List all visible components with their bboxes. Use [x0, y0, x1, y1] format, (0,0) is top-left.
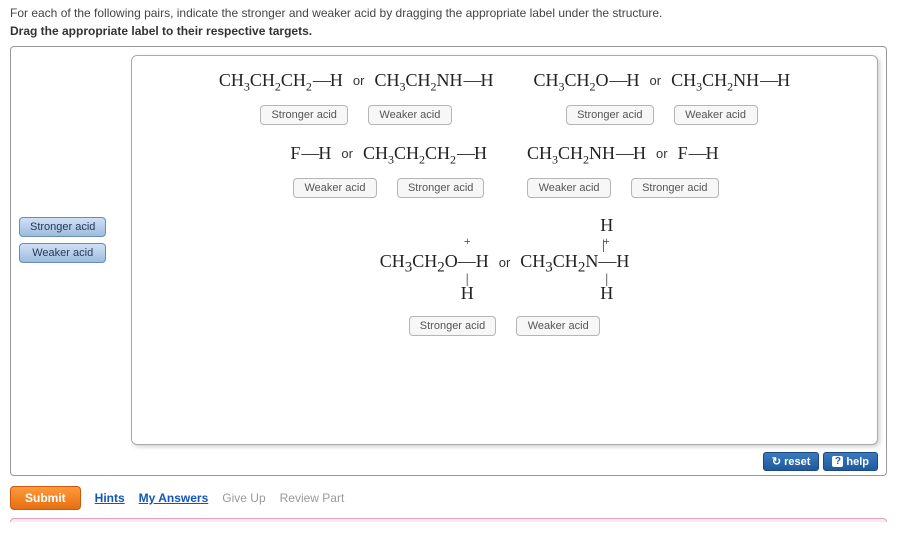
pair-row: + CH3CH2O—H | H or H |+ CH3CH2N—H | H: [142, 216, 867, 336]
or-label: or: [499, 255, 511, 270]
feedback-bar: [10, 518, 887, 522]
acid-pair: CH3CH2O—H or CH3CH2NH—H Stronger acid We…: [534, 70, 791, 125]
acid-pair: F—H or CH3CH2CH2—H Weaker acid Stronger …: [290, 143, 487, 198]
formula-right: F—H: [678, 143, 719, 164]
label-palette: Stronger acid Weaker acid: [19, 217, 106, 263]
drop-slot[interactable]: Stronger acid: [566, 105, 653, 125]
reset-label: reset: [784, 456, 810, 468]
formula-right: CH3CH2CH2—H: [363, 143, 487, 164]
formula-right: H |+ CH3CH2N—H | H: [520, 216, 629, 302]
pair-row: F—H or CH3CH2CH2—H Weaker acid Stronger …: [142, 143, 867, 198]
formula-right: CH3CH2NH—H: [671, 70, 790, 91]
acid-pair: CH3CH2NH—H or F—H Weaker acid Stronger a…: [527, 143, 719, 198]
or-label: or: [353, 73, 365, 88]
or-label: or: [656, 146, 668, 161]
drop-slot[interactable]: Stronger acid: [397, 178, 484, 198]
or-label: or: [650, 73, 662, 88]
drop-slot[interactable]: Weaker acid: [516, 316, 600, 336]
formula-left: CH3CH2NH—H: [527, 143, 646, 164]
drop-slot[interactable]: Weaker acid: [527, 178, 611, 198]
help-icon: ?: [832, 456, 843, 467]
drop-slot[interactable]: Weaker acid: [674, 105, 758, 125]
chip-stronger-acid[interactable]: Stronger acid: [19, 217, 106, 237]
hints-link[interactable]: Hints: [95, 491, 125, 505]
instructions-line-2: Drag the appropriate label to their resp…: [0, 22, 897, 46]
reset-icon: [772, 455, 781, 468]
help-button[interactable]: ? help: [823, 452, 878, 471]
drop-slot[interactable]: Weaker acid: [368, 105, 452, 125]
drop-slot[interactable]: Stronger acid: [631, 178, 718, 198]
formula-left: F—H: [290, 143, 331, 164]
answer-footer: Submit Hints My Answers Give Up Review P…: [0, 482, 897, 518]
formula-left: CH3CH2CH2—H: [219, 70, 343, 91]
acid-pair: CH3CH2CH2—H or CH3CH2NH—H Stronger acid …: [219, 70, 494, 125]
target-canvas: CH3CH2CH2—H or CH3CH2NH—H Stronger acid …: [131, 55, 878, 445]
chip-weaker-acid[interactable]: Weaker acid: [19, 243, 106, 263]
instructions-line-1: For each of the following pairs, indicat…: [0, 0, 897, 22]
reset-button[interactable]: reset: [763, 452, 820, 471]
help-label: help: [846, 456, 869, 468]
drag-drop-area: Stronger acid Weaker acid CH3CH2CH2—H or…: [10, 46, 887, 476]
my-answers-link[interactable]: My Answers: [139, 491, 209, 505]
or-label: or: [341, 146, 353, 161]
formula-left: CH3CH2O—H: [534, 70, 640, 91]
drop-slot[interactable]: Weaker acid: [293, 178, 377, 198]
formula-left: + CH3CH2O—H | H: [380, 216, 489, 302]
give-up-link[interactable]: Give Up: [222, 491, 265, 505]
review-part-link[interactable]: Review Part: [280, 491, 345, 505]
canvas-toolbar: reset ? help: [763, 452, 878, 471]
drop-slot[interactable]: Stronger acid: [260, 105, 347, 125]
formula-right: CH3CH2NH—H: [374, 70, 493, 91]
drop-slot[interactable]: Stronger acid: [409, 316, 496, 336]
pair-row: CH3CH2CH2—H or CH3CH2NH—H Stronger acid …: [142, 70, 867, 125]
acid-pair: + CH3CH2O—H | H or H |+ CH3CH2N—H | H: [380, 216, 630, 336]
submit-button[interactable]: Submit: [10, 486, 81, 510]
